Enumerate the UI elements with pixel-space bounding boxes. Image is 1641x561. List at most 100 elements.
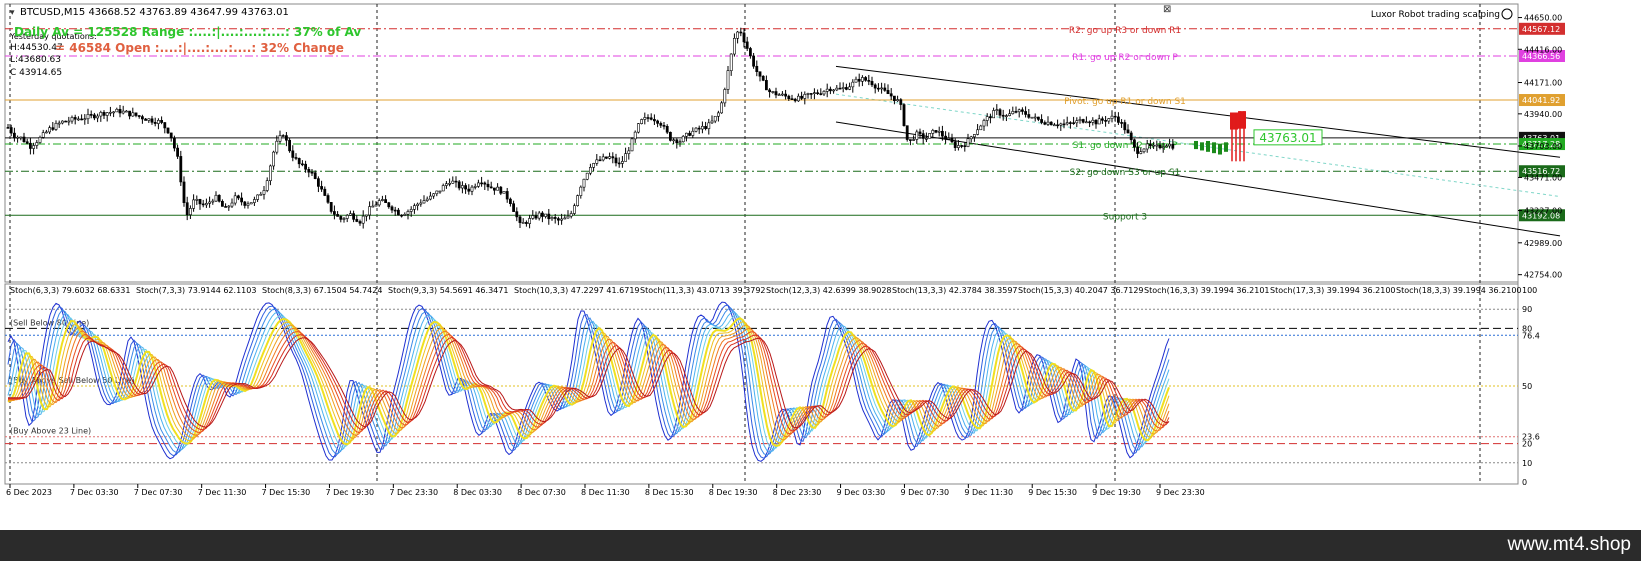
- candle-body: [198, 199, 202, 205]
- candle-body: [1149, 143, 1152, 146]
- candle-body: [464, 185, 468, 190]
- candle-body: [790, 98, 794, 100]
- time-label: 9 Dec 15:30: [1028, 488, 1077, 497]
- candle-body: [876, 87, 880, 90]
- candle-body: [828, 88, 832, 92]
- candle-body: [342, 218, 346, 220]
- candle-body: [672, 139, 676, 142]
- candle-body: [1001, 114, 1005, 117]
- candle-body: [505, 191, 509, 200]
- candle-body: [627, 150, 631, 154]
- candle-body: [1113, 115, 1117, 118]
- candle-body: [176, 147, 180, 157]
- candle-body: [595, 159, 599, 164]
- stoch-header: Stoch(11,3,3) 43.0713 39.3792: [640, 286, 766, 295]
- candle-body: [867, 80, 871, 82]
- candle-body: [502, 191, 506, 194]
- candle-body: [800, 95, 804, 99]
- candle-body: [918, 131, 922, 134]
- candle-body: [313, 172, 317, 179]
- candle-body: [934, 130, 938, 133]
- candle-body: [128, 110, 132, 117]
- candle-body: [972, 134, 976, 138]
- price-tick-label: 42754.00: [1524, 271, 1562, 280]
- candle-body: [758, 71, 762, 77]
- candle-body: [508, 198, 512, 204]
- candle-body: [572, 205, 576, 214]
- stoch-header: Stoch(7,3,3) 73.9144 62.1103: [136, 286, 256, 295]
- candle-body: [902, 104, 906, 126]
- candle-body: [771, 91, 775, 93]
- candle-body: [262, 190, 266, 195]
- candle-body: [1065, 122, 1069, 125]
- candle-body: [272, 151, 276, 167]
- stoch-tick-label: 50: [1522, 382, 1532, 391]
- candle: [681, 135, 685, 143]
- triangle-down-icon[interactable]: ▾: [10, 8, 15, 18]
- candle-body: [160, 120, 164, 123]
- candle-body: [483, 182, 487, 185]
- candle-body: [173, 137, 176, 149]
- candle-body: [118, 108, 122, 114]
- candle-body: [48, 127, 52, 133]
- candle-body: [205, 203, 208, 206]
- candle-body: [697, 127, 701, 130]
- price-tick-label: 42989.00: [1524, 239, 1562, 248]
- time-label: 9 Dec 03:30: [837, 488, 886, 497]
- candle-body: [755, 65, 759, 72]
- candle-body: [499, 186, 503, 194]
- candle-body: [1075, 120, 1079, 124]
- candle-body: [1120, 122, 1124, 124]
- candle-body: [310, 171, 314, 174]
- candle-body: [1004, 115, 1008, 117]
- candle-body: [960, 145, 964, 147]
- signal-bar-red: [1238, 111, 1246, 129]
- candle-body: [976, 129, 980, 135]
- candle-body: [713, 115, 717, 122]
- close-icon[interactable]: ⊠: [1163, 4, 1171, 15]
- candle-body: [860, 77, 864, 82]
- candle-body: [428, 195, 432, 200]
- candle-body: [323, 188, 327, 196]
- candle-body: [109, 111, 112, 114]
- candle-body: [620, 161, 624, 164]
- candle-body: [710, 120, 714, 124]
- candle-body: [54, 122, 58, 130]
- candle-body: [806, 93, 810, 95]
- candle-body: [208, 201, 212, 204]
- candle-body: [451, 180, 455, 184]
- candle-body: [1046, 121, 1050, 125]
- candle: [166, 127, 170, 135]
- candle-body: [355, 219, 359, 222]
- candle-body: [1117, 116, 1120, 123]
- candle-body: [1129, 132, 1133, 141]
- candle-body: [1158, 144, 1162, 149]
- candle-body: [185, 202, 189, 215]
- candle-body: [57, 122, 61, 125]
- candle-body: [652, 119, 656, 122]
- time-label: 8 Dec 07:30: [517, 488, 566, 497]
- candle-body: [221, 201, 224, 207]
- candle: [640, 118, 644, 125]
- time-label: 7 Dec 23:30: [389, 488, 438, 497]
- svg-text:43763.01: 43763.01: [1259, 131, 1316, 145]
- time-label: 9 Dec 07:30: [900, 488, 949, 497]
- stoch-tick-label: 100: [1522, 286, 1537, 295]
- candle-body: [70, 117, 74, 122]
- candle: [668, 131, 672, 142]
- candle-body: [60, 120, 64, 124]
- candle-body: [1011, 111, 1015, 115]
- candle-body: [844, 87, 848, 90]
- candle-body: [585, 172, 589, 180]
- candle-body: [624, 153, 628, 162]
- candle-body: [441, 185, 445, 192]
- time-label: 9 Dec 19:30: [1092, 488, 1141, 497]
- candle-body: [275, 140, 279, 153]
- candle-body: [953, 141, 957, 148]
- candle-body: [812, 92, 816, 94]
- candle-body: [227, 205, 231, 208]
- candle-body: [838, 87, 842, 90]
- candle-body: [688, 132, 692, 136]
- candle-body: [1104, 120, 1108, 122]
- candle-body: [83, 118, 87, 121]
